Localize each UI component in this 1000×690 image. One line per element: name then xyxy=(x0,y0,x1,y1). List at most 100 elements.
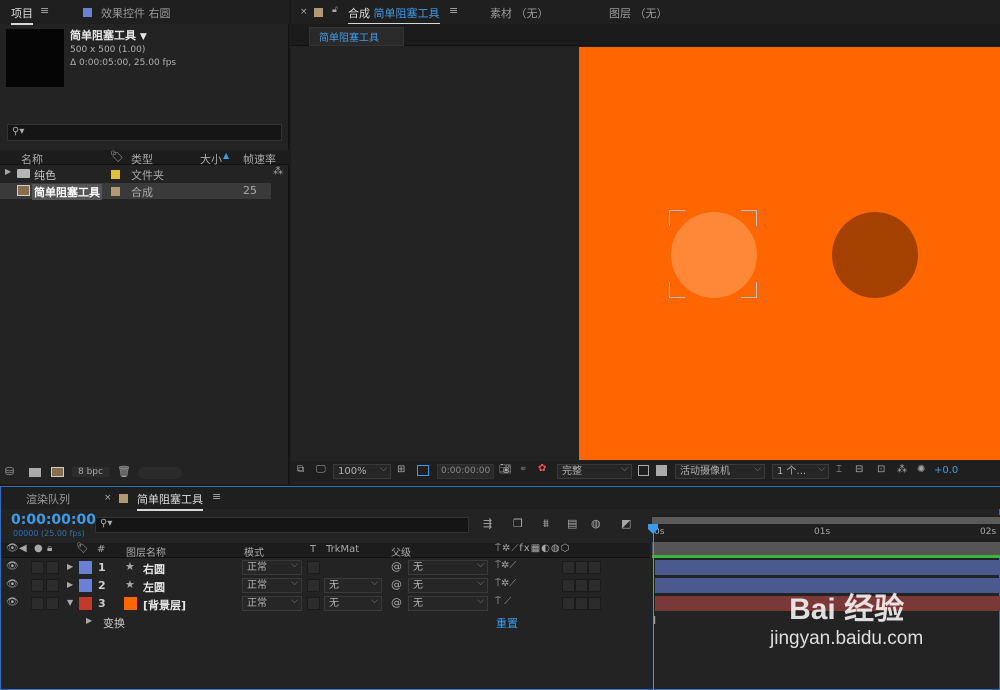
bpc-button[interactable]: 8 bpc xyxy=(72,467,109,477)
transform-row[interactable]: ▶ 变换 重置 xyxy=(1,613,650,630)
project-item-comp[interactable]: 简单阻塞工具 合成 25 xyxy=(0,183,271,200)
lock-icon[interactable]: 🔓︎ xyxy=(332,5,338,15)
viewer-area[interactable] xyxy=(291,47,1000,460)
expand-arrow-icon[interactable]: ▶ xyxy=(67,562,73,571)
transform-label[interactable]: 变换 xyxy=(103,615,125,631)
preserve-transparency-toggle[interactable] xyxy=(307,597,320,610)
col-size[interactable]: 大小 xyxy=(200,151,222,167)
transparency-grid-icon[interactable] xyxy=(656,465,667,476)
flowchart-icon[interactable]: ⁂ xyxy=(897,464,907,475)
switch-icons[interactable]: ⍑✲⟋ xyxy=(495,560,516,571)
caret-down-icon[interactable]: ▼ xyxy=(140,32,147,42)
audio-toggle[interactable] xyxy=(31,579,44,592)
tag-icon[interactable]: 🏷 xyxy=(110,150,124,163)
timecode-field[interactable]: 0:00:00:00 xyxy=(437,464,494,479)
close-icon[interactable]: × xyxy=(300,7,308,17)
switch-box[interactable] xyxy=(588,561,601,574)
switch-icons[interactable]: ⍑✲⟋ xyxy=(495,578,516,589)
tab-timeline-comp[interactable]: 简单阻塞工具 xyxy=(137,491,203,511)
channels-icon[interactable]: ✿ xyxy=(538,463,546,474)
col-type[interactable]: 类型 xyxy=(131,151,153,167)
selection-handle[interactable] xyxy=(741,210,757,226)
switch-box[interactable] xyxy=(588,579,601,592)
layer-name[interactable]: 右圆 xyxy=(143,561,165,577)
eye-icon[interactable]: 👁︎ xyxy=(6,579,19,590)
pickwhip-icon[interactable]: @ xyxy=(391,560,402,573)
views-dropdown[interactable]: 1 个... xyxy=(772,463,829,479)
comp-canvas[interactable] xyxy=(579,47,1000,460)
camera-icon[interactable]: 📷︎ xyxy=(499,464,512,475)
project-search-input[interactable]: ⚲▾ xyxy=(7,124,282,141)
audio-toggle[interactable] xyxy=(31,597,44,610)
eye-icon[interactable]: 👁︎ xyxy=(6,543,19,554)
col-layer-name[interactable]: 图层名称 xyxy=(126,544,166,559)
tab-layer[interactable]: 图层 （无） xyxy=(609,5,668,21)
eye-icon[interactable]: 👁︎ xyxy=(6,561,19,572)
label-color-swatch[interactable] xyxy=(79,579,92,592)
switch-box[interactable] xyxy=(575,597,588,610)
region-of-interest-icon[interactable] xyxy=(638,465,649,476)
audio-toggle[interactable] xyxy=(31,561,44,574)
preserve-transparency-toggle[interactable] xyxy=(307,579,320,592)
current-time[interactable]: 0:00:00:00 xyxy=(11,512,96,528)
right-circle[interactable] xyxy=(832,212,918,298)
expand-arrow-icon[interactable]: ▶ xyxy=(5,167,11,176)
tab-effects[interactable]: 效果控件 右圆 xyxy=(101,5,171,21)
toggle-pixel-icon[interactable]: ⌶ xyxy=(836,464,842,475)
col-t[interactable]: T xyxy=(310,544,316,555)
lock-icon[interactable]: 🔒︎ xyxy=(47,543,52,554)
col-fps[interactable]: 帧速率 xyxy=(243,151,276,167)
camera-dropdown[interactable]: 活动摄像机 xyxy=(675,463,765,479)
menu-icon[interactable]: ≡ xyxy=(449,4,458,17)
breadcrumb-comp[interactable]: 简单阻塞工具 xyxy=(309,27,404,46)
switch-box[interactable] xyxy=(575,579,588,592)
switch-box[interactable] xyxy=(562,579,575,592)
parent-dropdown[interactable]: 无 xyxy=(408,577,488,593)
tab-footage[interactable]: 素材 （无） xyxy=(490,5,549,21)
menu-icon[interactable]: ≡ xyxy=(212,490,221,503)
solo-icon[interactable]: ● xyxy=(34,543,43,554)
selection-handle[interactable] xyxy=(741,282,757,298)
solo-toggle[interactable] xyxy=(46,561,59,574)
frame-blend-icon[interactable]: ▤ xyxy=(567,517,577,530)
draft-3d-icon[interactable]: ❒ xyxy=(513,517,523,530)
pickwhip-icon[interactable]: @ xyxy=(391,578,402,591)
new-folder-icon[interactable] xyxy=(29,468,41,477)
audio-icon[interactable]: ◀ xyxy=(19,543,27,554)
layer-search-input[interactable]: ⚲▾ xyxy=(95,517,469,533)
mode-dropdown[interactable]: 正常 xyxy=(242,559,302,575)
zoom-dropdown[interactable]: 100% xyxy=(333,463,391,479)
label-color-swatch[interactable] xyxy=(79,561,92,574)
new-comp-icon[interactable] xyxy=(51,467,64,477)
label-color-swatch[interactable] xyxy=(79,597,92,610)
col-parent[interactable]: 父级 xyxy=(391,544,411,559)
switch-box[interactable] xyxy=(562,597,575,610)
switch-box[interactable] xyxy=(575,561,588,574)
reset-link[interactable]: 重置 xyxy=(496,615,518,631)
comp-mini-flowchart-icon[interactable]: ⇶ xyxy=(483,517,492,530)
col-mode[interactable]: 模式 xyxy=(244,544,264,559)
tab-project[interactable]: 项目 xyxy=(11,5,33,25)
3d-view-icon[interactable]: ⊡ xyxy=(877,464,885,475)
trkmat-dropdown[interactable]: 无 xyxy=(324,595,382,611)
resolution-dropdown[interactable]: 完整 xyxy=(557,463,632,479)
switch-icons[interactable]: ⍑ ⟋ xyxy=(495,596,511,607)
work-area-bar[interactable] xyxy=(652,517,1000,524)
motion-blur-icon[interactable]: ◍ xyxy=(591,517,601,530)
hide-shy-icon[interactable]: ⩩ xyxy=(543,517,549,531)
tag-icon[interactable]: 🏷 xyxy=(76,543,89,554)
layer-name[interactable]: [背景层] xyxy=(143,597,186,613)
switch-box[interactable] xyxy=(562,561,575,574)
col-trkmat[interactable]: TrkMat xyxy=(326,544,359,555)
collapse-arrow-icon[interactable]: ▼ xyxy=(67,598,73,607)
switches-icons[interactable]: ⍑✲⟋fx▦◐◍⬡ xyxy=(495,543,570,554)
pickwhip-icon[interactable]: @ xyxy=(391,596,402,609)
col-name[interactable]: 名称 xyxy=(21,151,43,167)
close-icon[interactable]: × xyxy=(104,493,112,503)
show-snapshot-icon[interactable]: ⚭ xyxy=(519,464,527,475)
project-item-folder[interactable]: ▶ 纯色 文件夹 ⁂ xyxy=(0,166,289,182)
trash-icon[interactable]: 🗑 xyxy=(117,465,131,478)
reset-exposure-icon[interactable]: ⊟ xyxy=(855,464,863,475)
parent-dropdown[interactable]: 无 xyxy=(408,559,488,575)
menu-icon[interactable]: ≡ xyxy=(40,4,49,17)
